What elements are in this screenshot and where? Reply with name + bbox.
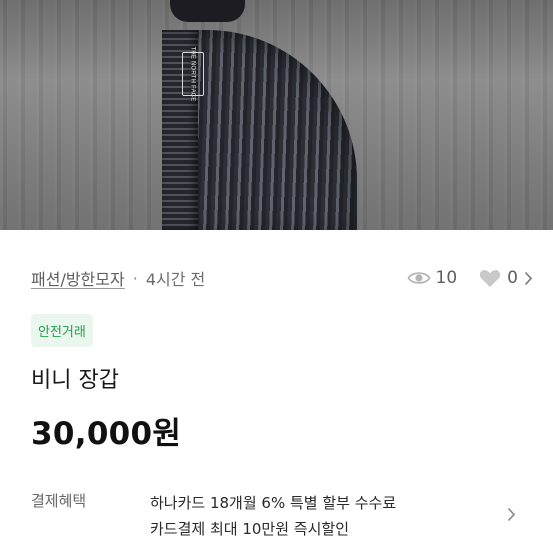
chevron-right-icon[interactable]	[524, 271, 533, 286]
views-count: 10	[435, 268, 458, 288]
benefit-line-2: 카드결제 최대 10만원 즉시할인	[150, 520, 349, 538]
benefit-chevron-icon[interactable]	[507, 507, 516, 526]
benefit-details[interactable]: 하나카드 18개월 6% 특별 할부 수수료 카드결제 최대 10만원 즉시할인	[150, 490, 396, 542]
meta-row: 패션/방한모자 · 4시간 전 10 0	[31, 264, 533, 292]
separator-dot: ·	[132, 268, 138, 288]
heart-icon[interactable]	[479, 269, 501, 288]
product-price: 30,000원	[31, 416, 182, 452]
posted-time: 4시간 전	[145, 270, 206, 289]
stats-group: 10 0	[407, 268, 533, 288]
glove-shape	[170, 0, 245, 22]
category-link[interactable]: 패션/방한모자	[31, 266, 125, 290]
likes-stat[interactable]: 0	[479, 268, 533, 288]
brand-logo-text: THE NORTH FACE	[190, 46, 196, 102]
likes-count: 0	[507, 268, 518, 288]
brand-logo: THE NORTH FACE	[182, 46, 204, 102]
safe-trade-badge: 안전거래	[31, 314, 93, 347]
product-title: 비니 장갑	[31, 368, 119, 393]
eye-icon	[407, 269, 431, 287]
views-stat: 10	[407, 268, 458, 288]
benefit-label: 결제혜택	[31, 492, 87, 510]
product-image[interactable]: THE NORTH FACE	[0, 0, 553, 230]
benefit-line-1: 하나카드 18개월 6% 특별 할부 수수료	[150, 494, 397, 512]
